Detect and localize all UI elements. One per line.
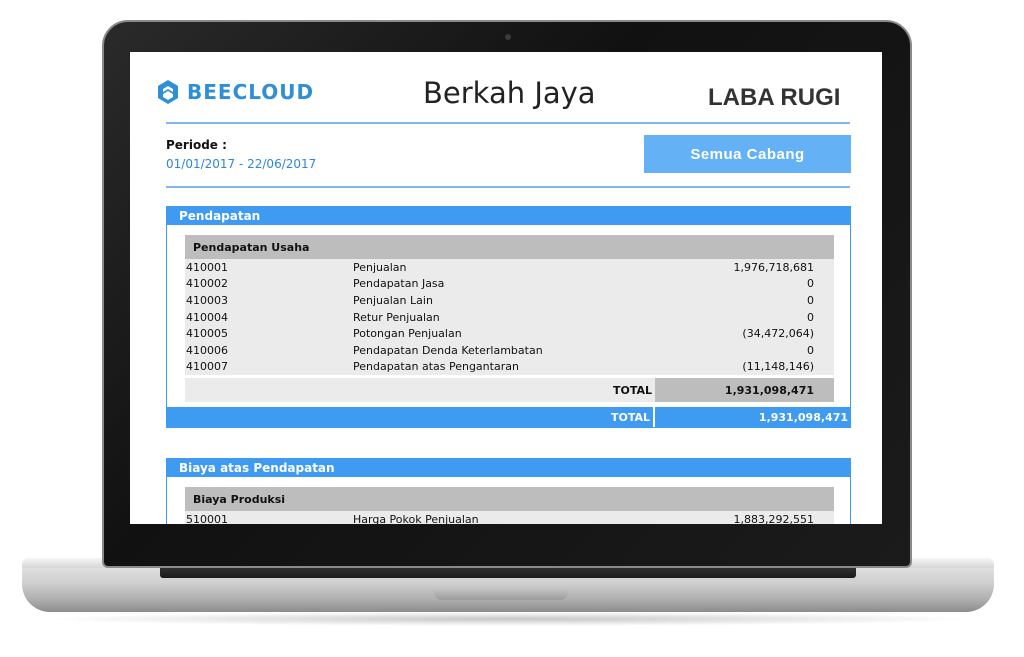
section-biaya: Biaya atas Pendapatan Biaya Produksi 510…	[166, 458, 851, 524]
account-rows: 410001 Penjualan 1,976,718,681 410002 Pe…	[185, 259, 834, 376]
hexagon-logo-icon	[158, 80, 178, 104]
table-row: 410006 Pendapatan Denda Keterlambatan 0	[185, 342, 834, 359]
laptop-shadow	[40, 612, 980, 626]
account-rows: 510001 Harga Pokok Penjualan 1,883,292,5…	[185, 511, 834, 524]
laptop-notch	[434, 590, 568, 600]
header-divider	[166, 122, 850, 124]
account-code: 410003	[186, 293, 228, 307]
account-name: Potongan Penjualan	[353, 327, 462, 341]
table-row: 410005 Potongan Penjualan (34,472,064)	[185, 325, 834, 342]
account-amount: (34,472,064)	[742, 327, 814, 341]
account-name: Harga Pokok Penjualan	[353, 512, 479, 524]
beecloud-logo: BEECLOUD	[157, 78, 314, 106]
account-code: 410006	[186, 343, 228, 357]
account-code: 410001	[186, 260, 228, 274]
account-code: 410007	[186, 360, 228, 374]
section-total-row: TOTAL 1,931,098,471	[167, 407, 850, 427]
account-name: Penjualan Lain	[353, 293, 433, 307]
account-amount: 0	[807, 277, 814, 291]
table-row: 410002 Pendapatan Jasa 0	[185, 276, 834, 293]
section-title: Pendapatan	[167, 207, 850, 225]
section-title: Biaya atas Pendapatan	[167, 459, 850, 477]
filter-divider	[166, 186, 850, 188]
periode-range[interactable]: 01/01/2017 - 22/06/2017	[166, 157, 316, 171]
table-row: 510001 Harga Pokok Penjualan 1,883,292,5…	[185, 511, 834, 524]
group-title: Biaya Produksi	[185, 487, 834, 511]
account-code: 410002	[186, 277, 228, 291]
account-amount: 0	[807, 293, 814, 307]
account-amount: 0	[807, 310, 814, 324]
account-amount: 1,883,292,551	[733, 512, 814, 524]
account-code: 510001	[186, 512, 228, 524]
section-total-label: TOTAL	[167, 407, 655, 427]
account-name: Pendapatan Denda Keterlambatan	[353, 343, 543, 357]
branch-select-button[interactable]: Semua Cabang	[644, 135, 851, 173]
account-name: Pendapatan atas Pengantaran	[353, 360, 519, 374]
account-name: Retur Penjualan	[353, 310, 440, 324]
table-row: 410004 Retur Penjualan 0	[185, 309, 834, 326]
account-amount: 1,976,718,681	[733, 260, 814, 274]
account-name: Penjualan	[353, 260, 407, 274]
account-amount: (11,148,146)	[742, 360, 814, 374]
table-row: 410007 Pendapatan atas Pengantaran (11,1…	[185, 359, 834, 376]
group-title: Pendapatan Usaha	[185, 235, 834, 259]
account-code: 410004	[186, 310, 228, 324]
company-name: Berkah Jaya	[423, 76, 596, 110]
laptop-screen: BEECLOUD Berkah Jaya LABA RUGI Periode :…	[130, 52, 882, 524]
report-title: LABA RUGI	[708, 84, 841, 111]
account-name: Pendapatan Jasa	[353, 277, 445, 291]
periode-label: Periode :	[166, 138, 227, 152]
logo-text: BEECLOUD	[187, 80, 315, 104]
account-code: 410005	[186, 327, 228, 341]
group-total-value: 1,931,098,471	[655, 378, 834, 402]
table-row: 410003 Penjualan Lain 0	[185, 292, 834, 309]
table-row: 410001 Penjualan 1,976,718,681	[185, 259, 834, 276]
camera-icon	[505, 34, 511, 40]
section-total-value: 1,931,098,471	[758, 411, 848, 424]
section-pendapatan: Pendapatan Pendapatan Usaha 410001 Penju…	[166, 206, 851, 428]
group-total-label: TOTAL	[185, 378, 655, 402]
account-amount: 0	[807, 343, 814, 357]
group-total-row: TOTAL 1,931,098,471	[185, 378, 834, 402]
